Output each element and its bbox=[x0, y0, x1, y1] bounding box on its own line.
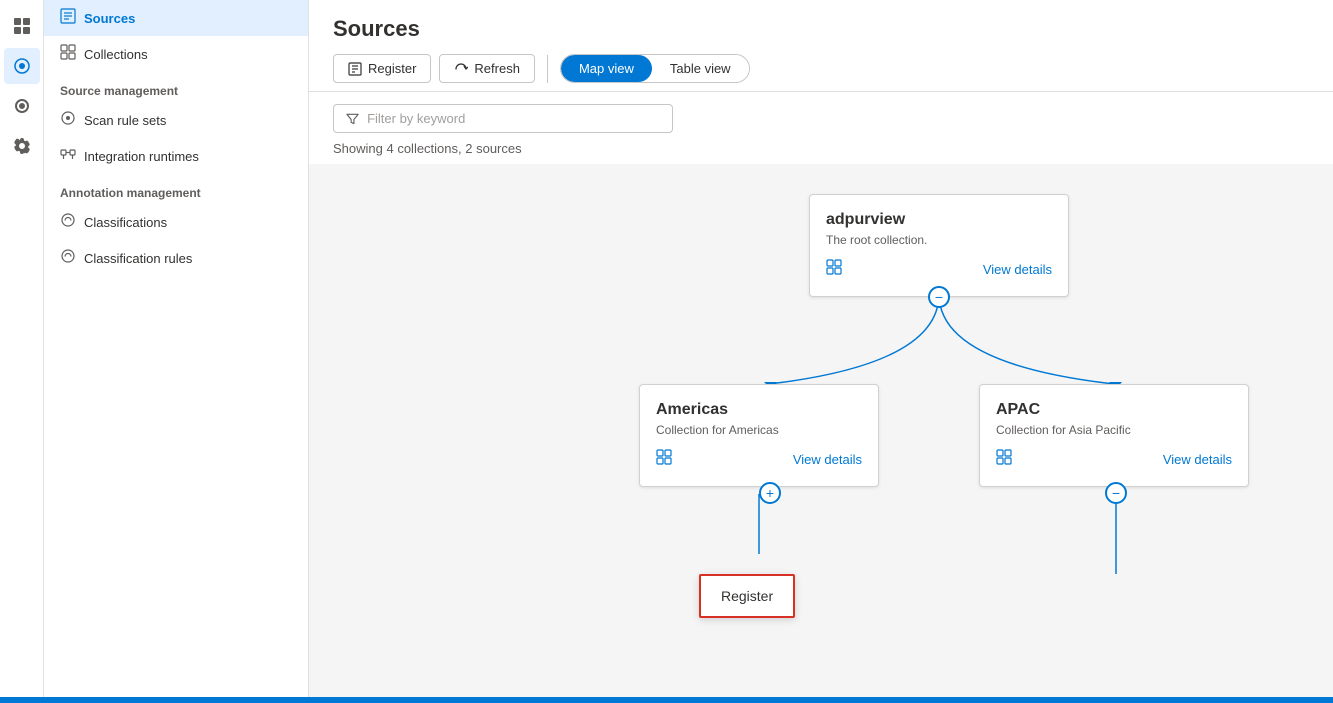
table-view-label: Table view bbox=[670, 61, 731, 76]
americas-footer: View details bbox=[656, 449, 862, 470]
main-content: Sources Register Refresh Map view Table … bbox=[309, 0, 1333, 703]
scan-rules-icon bbox=[60, 110, 76, 130]
americas-title: Americas bbox=[656, 401, 862, 419]
refresh-icon bbox=[454, 62, 468, 76]
sources-icon bbox=[60, 8, 76, 28]
catalog-nav-icon[interactable] bbox=[4, 48, 40, 84]
filter-icon bbox=[346, 112, 359, 126]
integration-icon bbox=[60, 146, 76, 166]
register-popup[interactable]: Register bbox=[699, 574, 795, 618]
sidebar-item-collections[interactable]: Collections bbox=[44, 36, 308, 72]
map-view-label: Map view bbox=[579, 61, 634, 76]
collections-icon bbox=[60, 44, 76, 64]
americas-grid-icon bbox=[656, 449, 672, 470]
apac-collapse-control[interactable]: − bbox=[1105, 482, 1127, 504]
sidebar-classification-rules-label: Classification rules bbox=[84, 251, 192, 266]
sidebar-integration-label: Integration runtimes bbox=[84, 149, 199, 164]
sidebar-item-classifications[interactable]: Classifications bbox=[44, 204, 308, 240]
collection-card-apac: APAC Collection for Asia Pacific View de… bbox=[979, 384, 1249, 487]
page-title: Sources bbox=[333, 16, 1309, 42]
classifications-icon bbox=[60, 212, 76, 232]
adpurview-desc: The root collection. bbox=[826, 233, 1052, 247]
toolbar-divider bbox=[547, 55, 548, 83]
showing-count: Showing 4 collections, 2 sources bbox=[309, 141, 1333, 164]
icon-rail bbox=[0, 0, 44, 703]
toolbar: Register Refresh Map view Table view bbox=[333, 54, 1309, 83]
filter-keyword-input[interactable] bbox=[367, 111, 660, 126]
sidebar-item-integration-runtimes[interactable]: Integration runtimes bbox=[44, 138, 308, 174]
classification-rules-icon bbox=[60, 248, 76, 268]
apac-desc: Collection for Asia Pacific bbox=[996, 423, 1232, 437]
main-header: Sources Register Refresh Map view Table … bbox=[309, 0, 1333, 92]
table-view-button[interactable]: Table view bbox=[652, 55, 749, 82]
americas-expand-control[interactable]: + bbox=[759, 482, 781, 504]
source-management-section: Source management bbox=[44, 72, 308, 102]
sidebar-item-sources[interactable]: Sources bbox=[44, 0, 308, 36]
sidebar-sources-label: Sources bbox=[84, 11, 135, 26]
register-popup-label: Register bbox=[721, 588, 773, 604]
sidebar-scan-rules-label: Scan rule sets bbox=[84, 113, 166, 128]
register-button[interactable]: Register bbox=[333, 54, 431, 83]
sidebar: Sources Collections Source management Sc… bbox=[44, 0, 309, 703]
bottom-bar bbox=[0, 697, 1333, 703]
manage-nav-icon[interactable] bbox=[4, 128, 40, 164]
adpurview-grid-icon bbox=[826, 259, 842, 280]
apac-title: APAC bbox=[996, 401, 1232, 419]
adpurview-view-details[interactable]: View details bbox=[983, 262, 1052, 277]
annotation-management-section: Annotation management bbox=[44, 174, 308, 204]
map-view-button[interactable]: Map view bbox=[561, 55, 652, 82]
adpurview-footer: View details bbox=[826, 259, 1052, 280]
apac-view-details[interactable]: View details bbox=[1163, 452, 1232, 467]
adpurview-collapse-control[interactable]: − bbox=[928, 286, 950, 308]
refresh-button[interactable]: Refresh bbox=[439, 54, 535, 83]
americas-desc: Collection for Americas bbox=[656, 423, 862, 437]
filter-bar bbox=[309, 92, 1333, 141]
sidebar-item-classification-rules[interactable]: Classification rules bbox=[44, 240, 308, 276]
map-canvas: adpurview The root collection. View deta… bbox=[309, 164, 1333, 703]
adpurview-title: adpurview bbox=[826, 211, 1052, 229]
home-nav-icon[interactable] bbox=[4, 8, 40, 44]
sidebar-item-scan-rule-sets[interactable]: Scan rule sets bbox=[44, 102, 308, 138]
sidebar-classifications-label: Classifications bbox=[84, 215, 167, 230]
apac-footer: View details bbox=[996, 449, 1232, 470]
sidebar-collections-label: Collections bbox=[84, 47, 148, 62]
insights-nav-icon[interactable] bbox=[4, 88, 40, 124]
register-icon bbox=[348, 62, 362, 76]
collection-card-adpurview: adpurview The root collection. View deta… bbox=[809, 194, 1069, 297]
view-toggle: Map view Table view bbox=[560, 54, 750, 83]
filter-input-container[interactable] bbox=[333, 104, 673, 133]
americas-view-details[interactable]: View details bbox=[793, 452, 862, 467]
refresh-label: Refresh bbox=[474, 61, 520, 76]
apac-grid-icon bbox=[996, 449, 1012, 470]
register-label: Register bbox=[368, 61, 416, 76]
collection-card-americas: Americas Collection for Americas View de… bbox=[639, 384, 879, 487]
